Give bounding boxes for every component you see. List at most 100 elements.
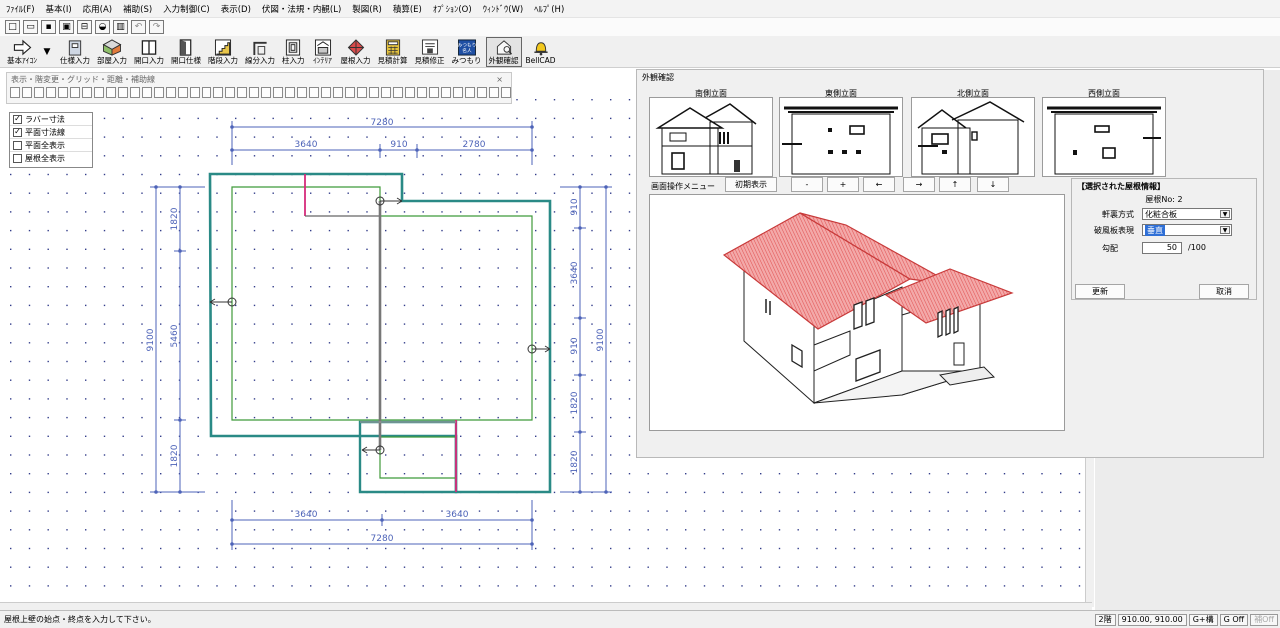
view-tool-icon[interactable] [416, 87, 427, 98]
save-icon[interactable]: ▪ [41, 20, 56, 34]
menu-basic[interactable]: 基本(I) [46, 3, 72, 15]
view-tool-icon[interactable] [464, 87, 475, 98]
open-folder-icon[interactable]: ▭ [23, 20, 38, 34]
horizontal-scrollbar[interactable] [0, 602, 1092, 610]
dropdown-arrow-icon[interactable]: ▼ [1220, 226, 1230, 234]
view-tool-icon[interactable] [440, 87, 451, 98]
grid-toggle[interactable]: G Off [1219, 613, 1249, 626]
menu-estimate[interactable]: 積算(E) [393, 3, 422, 15]
undo-icon[interactable]: ↶ [131, 20, 146, 34]
view-tool-icon[interactable] [213, 87, 224, 98]
opening-spec-button[interactable]: 開口仕様 [168, 37, 204, 67]
toolbar-dropdown-arrow[interactable]: ▼ [41, 37, 53, 67]
view-tool-icon[interactable] [153, 87, 164, 98]
tilt-down-button[interactable]: ↓ [977, 177, 1009, 192]
view-tool-icon[interactable] [369, 87, 380, 98]
view-tool-icon[interactable] [393, 87, 403, 98]
view-tool-icon[interactable] [117, 87, 128, 98]
menu-applied[interactable]: 応用(A) [83, 3, 112, 15]
menu-drafting[interactable]: 製図(R) [352, 3, 382, 15]
view-tool-icon[interactable] [33, 87, 44, 98]
save-as-icon[interactable]: ▣ [59, 20, 74, 34]
view-tool-icon[interactable] [297, 87, 308, 98]
view-tool-icon[interactable] [141, 87, 152, 98]
interior-button[interactable]: ｲﾝﾃﾘｱ [309, 37, 337, 67]
view-tool-icon[interactable] [225, 87, 236, 98]
view-tool-icon[interactable] [237, 87, 248, 98]
north-elevation-view[interactable] [911, 97, 1035, 177]
view-tool-icon[interactable] [57, 87, 68, 98]
option-rubber-dimension[interactable]: ✓ ラバー寸法 [10, 113, 92, 126]
view-tool-icon[interactable] [129, 87, 140, 98]
menu-input-control[interactable]: 入力制御(C) [163, 3, 210, 15]
room-input-button[interactable]: 部屋入力 [94, 37, 130, 67]
option-plan-show-all[interactable]: 平面全表示 [10, 139, 92, 152]
view-tool-icon[interactable] [249, 87, 260, 98]
checkbox-empty-icon[interactable] [13, 140, 22, 150]
dropdown-arrow-icon[interactable]: ▼ [1220, 210, 1230, 218]
view-tool-icon[interactable] [345, 87, 356, 98]
east-elevation-view[interactable] [779, 97, 903, 177]
redo-icon[interactable]: ↷ [149, 20, 164, 34]
bellcad-button[interactable]: BellCAD [523, 37, 559, 67]
view-tool-icon[interactable] [273, 87, 284, 98]
option-roof-show-all[interactable]: 屋根全表示 [10, 152, 92, 165]
view-tool-icon[interactable] [21, 87, 32, 98]
fascia-select[interactable]: 垂直 ▼ [1142, 224, 1232, 236]
close-icon[interactable]: × [496, 75, 503, 84]
aux-toggle[interactable]: 補Off [1250, 613, 1278, 626]
export-icon[interactable]: ◒ [95, 20, 110, 34]
line-input-button[interactable]: 線分入力 [242, 37, 278, 67]
menu-assist[interactable]: 補助(S) [123, 3, 152, 15]
view-tool-icon[interactable] [45, 87, 56, 98]
view-tool-icon[interactable] [500, 87, 511, 98]
tilt-up-button[interactable]: ↑ [939, 177, 971, 192]
cancel-button[interactable]: 取消 [1199, 284, 1249, 299]
basic-icons-button[interactable]: 基本ｱｲｺﾝ [4, 37, 40, 67]
mitsumori-button[interactable]: みつもり 名人 みつもり [449, 37, 485, 67]
snap-mode-toggle[interactable]: G+構 [1188, 613, 1218, 626]
view-tool-icon[interactable] [488, 87, 499, 98]
exterior-check-button[interactable]: 外観確認 [485, 37, 522, 67]
west-elevation-view[interactable] [1042, 97, 1166, 177]
estimate-calc-button[interactable]: 見積計算 [375, 37, 411, 67]
view-tool-icon[interactable] [165, 87, 176, 98]
eaves-type-select[interactable]: 化粧合板 ▼ [1142, 208, 1232, 220]
view-tool-icon[interactable] [81, 87, 92, 98]
view-tool-icon[interactable] [357, 87, 368, 98]
view-tool-icon[interactable] [309, 87, 320, 98]
menu-help[interactable]: ﾍﾙﾌﾟ(H) [534, 3, 564, 15]
view-tool-icon[interactable] [476, 87, 487, 98]
view-tool-icon[interactable] [428, 87, 439, 98]
checkbox-empty-icon[interactable] [13, 154, 22, 163]
view-tool-icon[interactable] [285, 87, 296, 98]
book-icon[interactable]: ▥ [113, 20, 128, 34]
3d-exterior-view[interactable] [649, 194, 1065, 431]
checkbox-checked-icon[interactable]: ✓ [13, 127, 22, 137]
spec-input-button[interactable]: 仕様入力 [57, 37, 93, 67]
roof-input-button[interactable]: 屋根入力 [338, 37, 374, 67]
view-tool-icon[interactable] [261, 87, 272, 98]
print-icon[interactable]: ⊟ [77, 20, 92, 34]
checkbox-checked-icon[interactable]: ✓ [13, 114, 22, 124]
pitch-input[interactable]: 50 [1142, 242, 1182, 254]
menu-framing[interactable]: 伏図・法規・内観(L) [262, 3, 341, 15]
update-button[interactable]: 更新 [1075, 284, 1125, 299]
view-tool-icon[interactable] [333, 87, 344, 98]
option-plan-dimension[interactable]: ✓ 平面寸法線 [10, 126, 92, 139]
menu-window[interactable]: ｳｨﾝﾄﾞｳ(W) [483, 3, 524, 15]
estimate-edit-button[interactable]: 見積修正 [412, 37, 448, 67]
reset-view-button[interactable]: 初期表示 [725, 177, 777, 192]
column-input-button[interactable]: 柱入力 [279, 37, 308, 67]
menu-view[interactable]: 表示(D) [221, 3, 251, 15]
menu-file[interactable]: ﾌｧｲﾙ(F) [6, 3, 35, 15]
stairs-input-button[interactable]: 階段入力 [205, 37, 241, 67]
rotate-right-button[interactable]: → [903, 177, 935, 192]
zoom-out-button[interactable]: - [791, 177, 823, 192]
rotate-left-button[interactable]: ← [863, 177, 895, 192]
menu-options[interactable]: ｵﾌﾟｼｮﾝ(O) [433, 3, 472, 15]
view-tool-icon[interactable] [10, 87, 20, 98]
new-file-icon[interactable]: □ [5, 20, 20, 34]
view-tool-icon[interactable] [189, 87, 200, 98]
floor-indicator[interactable]: 2階 [1094, 613, 1116, 626]
